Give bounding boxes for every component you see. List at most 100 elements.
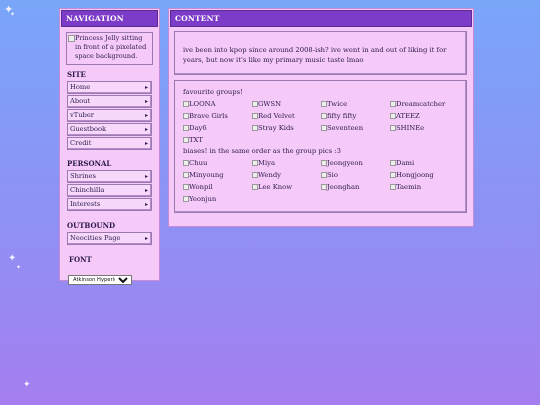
broken-image-icon	[390, 160, 396, 166]
group-image: SHINEe	[390, 122, 459, 134]
nav-section-title-personal: PERSONAL	[67, 159, 112, 168]
broken-image-icon	[183, 137, 189, 143]
group-image-label: Brave Girls	[189, 112, 228, 120]
bias-image-label: Dami	[396, 159, 415, 167]
chevron-right-icon: ▸	[144, 235, 148, 242]
broken-image-icon	[390, 125, 396, 131]
group-image-label: Stray Kids	[258, 124, 294, 132]
bias-image-label: Wendy	[258, 171, 282, 179]
bias-image-label: Wonpil	[189, 183, 213, 191]
chevron-right-icon: ▸	[144, 201, 148, 208]
broken-image-icon	[252, 125, 258, 131]
bias-image: Minyoung	[183, 169, 252, 181]
nav-item-neocities-page[interactable]: Neocities Page ▸	[67, 232, 152, 245]
broken-image-icon	[183, 101, 189, 107]
chevron-right-icon: ▸	[144, 140, 148, 147]
portrait-alt-text: Princess Jelly sitting in front of a pix…	[75, 34, 147, 60]
group-image: Seventeen	[321, 122, 390, 134]
group-image-label: Dreamcatcher	[396, 100, 446, 108]
bias-image-label: Taemin	[396, 183, 422, 191]
chevron-right-icon: ▸	[144, 112, 148, 119]
navigation-panel: NAVIGATION Princess Jelly sitting in fro…	[59, 8, 160, 285]
bias-image-label: Sio	[327, 171, 338, 179]
nav-item-label: About	[70, 97, 91, 105]
nav-item-home[interactable]: Home ▸	[67, 81, 152, 94]
broken-image-icon	[321, 160, 327, 166]
broken-image-icon	[183, 125, 189, 131]
broken-image-icon	[321, 113, 327, 119]
bias-image: Jeongyeon	[321, 157, 390, 169]
bias-image: Miya	[252, 157, 321, 169]
group-image-label: LOONA	[189, 100, 216, 108]
group-image: LOONA	[183, 98, 252, 110]
nav-item-chinchilla[interactable]: Chinchilla ▸	[67, 184, 152, 197]
font-section-title: FONT	[69, 255, 92, 264]
bias-image-label: Yeonjun	[189, 195, 217, 203]
nav-item-label: Chinchilla	[70, 186, 105, 194]
chevron-right-icon: ▸	[144, 98, 148, 105]
broken-image-icon	[252, 172, 258, 178]
broken-image-icon	[390, 113, 396, 119]
bias-image: Lee Know	[252, 181, 321, 193]
bias-image-label: Jeonghan	[327, 183, 360, 191]
bias-image: Jeonghan	[321, 181, 390, 193]
nav-item-label: Home	[70, 83, 91, 91]
sparkle-decoration: ✦	[23, 380, 31, 390]
broken-image-icon	[68, 35, 75, 42]
bias-image-label: Jeongyeon	[327, 159, 363, 167]
group-image-label: fifty fifty	[327, 112, 357, 120]
broken-image-icon	[183, 172, 189, 178]
bias-image-label: Lee Know	[258, 183, 293, 191]
bias-image: Wendy	[252, 169, 321, 181]
group-image: TXT	[183, 134, 252, 146]
broken-image-icon	[183, 160, 189, 166]
nav-item-label: Shrines	[70, 172, 96, 180]
groups-box: favourite groups! LOONA GWSN Twice Dreamcat…	[174, 80, 467, 213]
nav-item-label: Interests	[70, 200, 101, 208]
nav-item-label: Credit	[70, 139, 92, 147]
biases-label: biases! in the same order as the group p…	[183, 147, 341, 155]
group-image: ATEEZ	[390, 110, 459, 122]
broken-image-icon	[183, 196, 189, 202]
intro-text: ive been into kpop since around 2008-ish…	[183, 46, 447, 64]
bias-image: Yeonjun	[183, 193, 252, 205]
broken-image-icon	[252, 160, 258, 166]
nav-item-credit[interactable]: Credit ▸	[67, 137, 152, 150]
nav-item-guestbook[interactable]: Guestbook ▸	[67, 123, 152, 136]
navigation-header: NAVIGATION	[61, 10, 158, 27]
group-image-label: GWSN	[258, 100, 282, 108]
font-select[interactable]: Atkinson Hyperlegible	[68, 275, 132, 285]
nav-item-label: vTuber	[70, 111, 94, 119]
group-image: Red Velvet	[252, 110, 321, 122]
broken-image-icon	[183, 113, 189, 119]
content-panel: CONTENT ive been into kpop since around …	[168, 8, 474, 227]
groups-label: favourite groups!	[183, 88, 243, 96]
chevron-right-icon: ▸	[144, 84, 148, 91]
broken-image-icon	[321, 101, 327, 107]
broken-image-icon	[390, 172, 396, 178]
broken-image-icon	[321, 125, 327, 131]
broken-image-icon	[252, 184, 258, 190]
sparkle-decoration: ✦	[16, 264, 22, 271]
nav-section-title-outbound: OUTBOUND	[67, 221, 116, 230]
chevron-right-icon: ▸	[144, 126, 148, 133]
bias-image-label: Chuu	[189, 159, 208, 167]
broken-image-icon	[390, 101, 396, 107]
nav-item-shrines[interactable]: Shrines ▸	[67, 170, 152, 183]
nav-item-label: Guestbook	[70, 125, 107, 133]
bias-image: Chuu	[183, 157, 252, 169]
broken-image-icon	[390, 184, 396, 190]
nav-item-interests[interactable]: Interests ▸	[67, 198, 152, 211]
bias-image-label: Hongjoong	[396, 171, 434, 179]
group-image: Twice	[321, 98, 390, 110]
bias-image-label: Miya	[258, 159, 276, 167]
broken-image-icon	[252, 101, 258, 107]
sparkle-decoration: ✦	[10, 11, 16, 18]
group-image-label: TXT	[189, 136, 203, 144]
group-image-label: Red Velvet	[258, 112, 295, 120]
nav-item-vtuber[interactable]: vTuber ▸	[67, 109, 152, 122]
group-image: Day6	[183, 122, 252, 134]
chevron-right-icon: ▸	[144, 173, 148, 180]
nav-item-about[interactable]: About ▸	[67, 95, 152, 108]
group-image-label: ATEEZ	[396, 112, 420, 120]
